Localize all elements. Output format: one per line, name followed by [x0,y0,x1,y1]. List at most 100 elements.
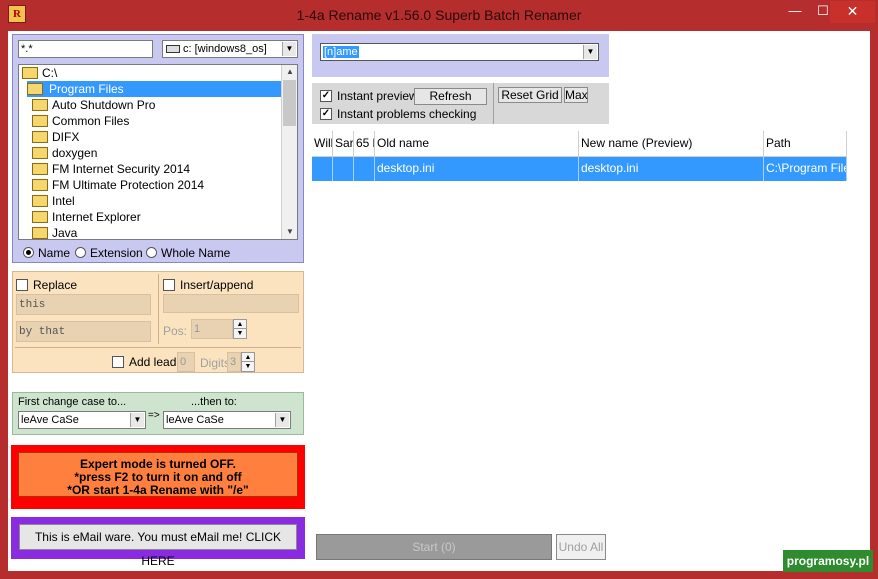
chevron-down-icon[interactable]: ▼ [275,413,289,427]
scroll-down-icon[interactable]: ▼ [282,225,297,239]
tree-item[interactable]: Program Files [27,81,284,97]
tree-item-label: FM Internet Security 2014 [52,162,191,176]
replace-option[interactable]: Replace [16,277,77,293]
insert-text-field[interactable] [163,294,299,313]
folder-icon [27,82,43,95]
scope-extension-option[interactable]: Extension [75,245,143,261]
tree-item[interactable]: C:\ [22,65,57,81]
chevron-down-icon[interactable]: ▼ [583,45,597,59]
folder-tree[interactable]: C:\ Program Files Auto Shutdown Pro Common … [18,64,298,240]
table-cell-new-name[interactable]: desktop.ini [579,157,764,181]
tree-item-label: Internet Explorer [52,210,141,224]
instant-problems-checkbox[interactable]: ✓ [320,107,332,120]
col-new-name[interactable]: New name (Preview) [579,131,764,157]
drive-select[interactable]: c: [windows8_os] ▼ [162,40,298,58]
tree-item[interactable]: doxygen [32,145,97,161]
tree-item[interactable]: FM Internet Security 2014 [32,161,190,177]
first-case-select[interactable]: leAve CaSe ▼ [18,411,146,429]
tree-item[interactable]: Java [32,225,77,239]
spin-up-icon[interactable]: ▲ [242,353,254,362]
divider [158,274,159,344]
table-cell[interactable] [354,157,375,181]
then-case-select[interactable]: leAve CaSe ▼ [163,411,291,429]
scroll-up-icon[interactable]: ▲ [282,65,297,79]
options-panel: ✓ Instant preview Refresh Reset Grid Max … [312,83,609,124]
table-cell[interactable] [312,157,333,181]
mask-value: [n]ame [323,46,359,58]
chevron-down-icon[interactable]: ▼ [282,42,296,56]
tree-item-label: Auto Shutdown Pro [52,98,156,112]
instant-problems-option[interactable]: ✓ Instant problems checking [320,106,476,122]
lead-field[interactable]: 0 [177,352,195,372]
add-lead-label: Add lead [129,355,177,369]
tree-item-label: Intel [52,194,75,208]
replace-checkbox[interactable] [16,278,28,291]
then-case-label: ...then to: [191,396,237,408]
folder-icon [32,162,48,175]
tree-item[interactable]: DIFX [32,129,79,145]
radio-icon[interactable] [23,247,34,259]
spin-down-icon[interactable]: ▼ [234,329,246,338]
replace-this-field[interactable]: this [16,294,151,315]
tree-item-label: doxygen [52,146,98,160]
tree-scrollbar[interactable]: ▲ ▼ [281,65,297,239]
reset-grid-button[interactable]: Reset Grid [498,87,562,103]
expert-mode-notice[interactable]: Expert mode is turned OFF. *press F2 to … [18,452,298,497]
insert-label: Insert/append [180,278,254,292]
col-65[interactable]: 65 l [354,131,375,157]
col-old-name[interactable]: Old name [375,131,579,157]
pos-field[interactable]: 1 [191,319,233,339]
insert-checkbox[interactable] [163,278,175,291]
instant-preview-option[interactable]: ✓ Instant preview [320,88,418,104]
start-button[interactable]: Start (0) [316,534,552,560]
radio-icon[interactable] [146,247,157,259]
title-bar[interactable]: R 1-4a Rename v1.56.0 Superb Batch Renam… [0,0,878,32]
col-will[interactable]: Will [312,131,333,157]
divider [15,347,301,348]
undo-all-button[interactable]: Undo All [556,534,606,560]
instant-preview-checkbox[interactable]: ✓ [320,89,332,102]
folder-icon [22,66,38,79]
digits-field[interactable]: 3 [227,352,241,372]
digits-spinner[interactable]: ▲ ▼ [241,352,255,372]
table-cell-old-name[interactable]: desktop.ini [375,157,579,181]
folder-icon [32,130,48,143]
col-path[interactable]: Path [764,131,847,157]
replace-label: Replace [33,278,78,292]
col-sar[interactable]: Sar [333,131,354,157]
add-lead-checkbox[interactable] [112,355,124,368]
spin-down-icon[interactable]: ▼ [242,362,254,371]
email-button[interactable]: This is eMail ware. You must eMail me! C… [19,524,297,568]
filter-input[interactable]: *.* [18,40,153,58]
tree-item[interactable]: Intel [32,193,75,209]
tree-item[interactable]: Common Files [32,113,129,129]
watermark-badge: programosy.pl [783,550,873,572]
minimize-button[interactable]: — [781,1,809,23]
folder-icon [32,114,48,127]
tree-item[interactable]: Internet Explorer [32,209,141,225]
scope-wholename-option[interactable]: Whole Name [146,245,230,261]
replace-by-that-field[interactable]: by that [16,321,151,342]
table-cell-path[interactable]: C:\Program Files\ [764,157,847,181]
pos-label: Pos: [163,324,188,338]
tree-item-label: DIFX [52,130,80,144]
tree-item-label: Common Files [52,114,130,128]
scroll-thumb[interactable] [283,80,296,126]
max-button[interactable]: Max [564,87,588,103]
mask-select[interactable]: [n]ame ▼ [320,43,599,61]
add-lead-option[interactable]: Add lead [112,354,176,370]
scope-name-option[interactable]: Name [23,245,70,261]
tree-item[interactable]: Auto Shutdown Pro [32,97,155,113]
spin-up-icon[interactable]: ▲ [234,320,246,329]
refresh-button[interactable]: Refresh [414,88,487,105]
first-case-value: leAve CaSe [21,414,79,426]
tree-item[interactable]: FM Ultimate Protection 2014 [32,177,204,193]
table-cell[interactable] [333,157,354,181]
preview-grid[interactable]: Will Sar 65 l Old name New name (Preview… [312,131,862,524]
insert-option[interactable]: Insert/append [163,277,253,293]
chevron-down-icon[interactable]: ▼ [130,413,144,427]
folder-icon [32,98,48,111]
close-button[interactable]: ✕ [830,1,875,23]
radio-icon[interactable] [75,247,86,259]
pos-spinner[interactable]: ▲ ▼ [233,319,247,339]
